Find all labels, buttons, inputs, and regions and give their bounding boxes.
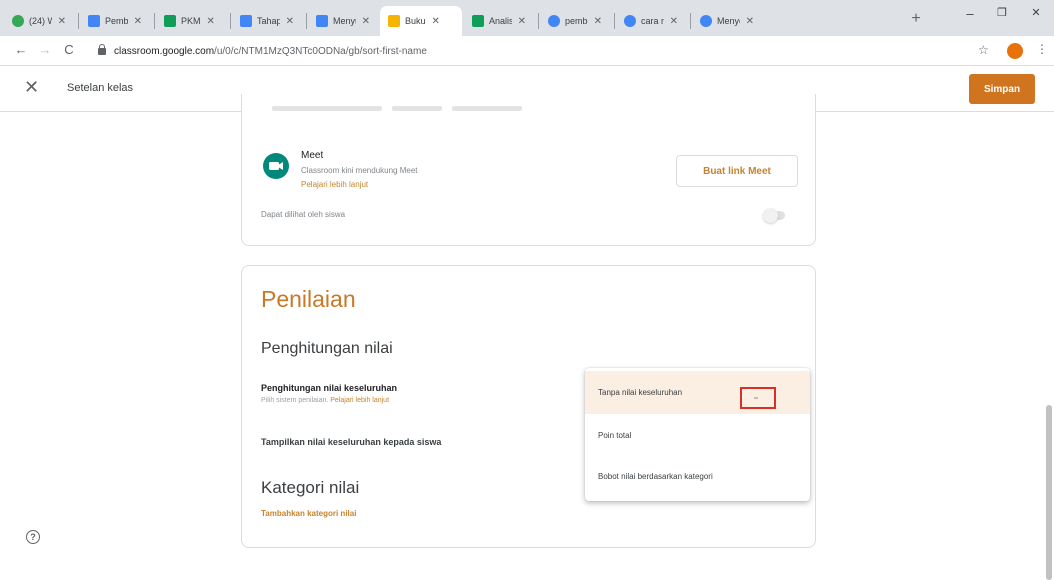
visible-to-students-label: Dapat dilihat oleh siswa <box>261 210 346 219</box>
option-no-overall-grade[interactable]: Tanpa nilai keseluruhan <box>585 371 810 414</box>
grade-categories-heading: Kategori nilai <box>261 478 360 497</box>
create-meet-link-button[interactable]: Buat link Meet <box>676 155 798 187</box>
tab-separator <box>230 13 231 29</box>
tab-favicon-icon <box>624 15 636 27</box>
tab-label: Tahap <box>257 16 280 26</box>
browser-tab[interactable]: Tahap ✕ <box>232 6 302 36</box>
browser-tab[interactable]: pembe ✕ <box>540 6 610 36</box>
tab-label: pembe <box>565 16 588 26</box>
option-total-points[interactable]: Poin total <box>585 414 810 457</box>
add-grade-category-link[interactable]: Tambahkan kategori nilai <box>261 509 356 518</box>
tab-close-icon[interactable]: ✕ <box>362 16 370 27</box>
minimize-button[interactable]: – <box>958 6 982 21</box>
tab-label: Pemb <box>105 16 128 26</box>
scrollbar-thumb[interactable] <box>1046 405 1052 580</box>
meet-learn-more-link[interactable]: Pelajari lebih lanjut <box>301 180 368 189</box>
overall-grade-help: Pilih sistem penilaian. Pelajari lebih l… <box>261 397 389 404</box>
tab-favicon-icon <box>164 15 176 27</box>
overall-grade-calculation-label: Penghitungan nilai keseluruhan <box>261 383 398 393</box>
tab-label: (24) W <box>29 16 52 26</box>
url-host: classroom.google.com <box>114 45 215 57</box>
tab-label: Buku <box>405 16 426 26</box>
tab-close-icon[interactable]: ✕ <box>746 16 754 27</box>
bookmark-star-icon[interactable]: ☆ <box>978 43 989 57</box>
tab-close-icon[interactable]: ✕ <box>432 16 440 27</box>
tab-separator <box>78 13 79 29</box>
show-overall-grade-label: Tampilkan nilai keseluruhan kepada siswa <box>261 437 442 447</box>
tab-label: Menyu <box>333 16 356 26</box>
tab-favicon-icon <box>240 15 252 27</box>
new-tab-button[interactable]: + <box>905 8 927 30</box>
tab-close-icon[interactable]: ✕ <box>286 16 294 27</box>
tab-separator <box>538 13 539 29</box>
tab-favicon-icon <box>88 15 100 27</box>
option-label: Bobot nilai berdasarkan kategori <box>598 472 713 481</box>
browser-toolbar: ← → C classroom.google.com /u/0/c/NTM1Mz… <box>0 36 1054 66</box>
tab-close-icon[interactable]: ✕ <box>207 16 215 27</box>
forward-button[interactable]: → <box>36 42 54 57</box>
close-window-button[interactable]: ✕ <box>1024 6 1048 19</box>
tab-label: Analis <box>489 16 512 26</box>
tab-separator <box>690 13 691 29</box>
browser-tab[interactable]: Analis ✕ <box>464 6 534 36</box>
meet-icon <box>263 153 289 179</box>
tab-favicon-icon <box>388 15 400 27</box>
save-button[interactable]: Simpan <box>969 74 1035 104</box>
tab-close-icon[interactable]: ✕ <box>134 16 142 27</box>
tab-separator <box>614 13 615 29</box>
meet-description: Classroom kini mendukung Meet <box>301 166 418 175</box>
meet-title: Meet <box>301 150 324 161</box>
tab-favicon-icon <box>548 15 560 27</box>
browser-tab[interactable]: Menyu ✕ <box>308 6 378 36</box>
option-label: Poin total <box>598 431 632 440</box>
page-title: Setelan kelas <box>67 82 134 94</box>
profile-avatar[interactable] <box>1007 43 1023 59</box>
tab-separator <box>306 13 307 29</box>
tab-close-icon[interactable]: ✕ <box>518 16 526 27</box>
browser-tab[interactable]: (24) W ✕ <box>4 6 74 36</box>
option-weighted-by-category[interactable]: Bobot nilai berdasarkan kategori <box>585 455 810 498</box>
tab-favicon-icon <box>316 15 328 27</box>
browser-tab[interactable]: Menye ✕ <box>692 6 762 36</box>
grading-title: Penilaian <box>261 286 356 312</box>
back-button[interactable]: ← <box>12 42 30 57</box>
grade-calculation-heading: Penghitungan nilai <box>261 340 393 357</box>
tab-favicon-icon <box>700 15 712 27</box>
maximize-button[interactable]: ❐ <box>990 6 1014 19</box>
browser-tab-active[interactable]: Buku ✕ <box>380 6 462 36</box>
visible-to-students-toggle[interactable] <box>763 208 785 223</box>
faded-previous-row <box>272 100 572 112</box>
url-path: /u/0/c/NTM1MzQ3NTc0ODNa/gb/sort-first-na… <box>214 45 427 57</box>
highlight-annotation-box <box>740 387 776 409</box>
overall-grade-learn-more-link[interactable]: Pelajari lebih lanjut <box>330 397 389 404</box>
tab-close-icon[interactable]: ✕ <box>670 16 678 27</box>
tab-separator <box>154 13 155 29</box>
tab-label: PKM <box>181 16 201 26</box>
tab-label: Menye <box>717 16 740 26</box>
browser-tab[interactable]: Pemb ✕ <box>80 6 150 36</box>
lock-icon <box>98 43 106 55</box>
browser-tabstrip: (24) W ✕ Pemb ✕ PKM ✕ Tahap ✕ Menyu ✕ Bu… <box>0 0 1054 36</box>
reload-button[interactable]: C <box>60 42 78 57</box>
tab-label: cara m <box>641 16 664 26</box>
close-icon[interactable]: ✕ <box>24 77 39 98</box>
browser-menu-icon[interactable]: ⋮ <box>1036 42 1048 56</box>
address-bar[interactable]: classroom.google.com /u/0/c/NTM1MzQ3NTc0… <box>90 40 960 62</box>
tab-favicon-icon <box>472 15 484 27</box>
browser-tab[interactable]: cara m ✕ <box>616 6 686 36</box>
option-label: Tanpa nilai keseluruhan <box>598 388 683 397</box>
overall-grade-help-text: Pilih sistem penilaian. <box>261 397 329 404</box>
help-icon[interactable]: ? <box>26 530 40 544</box>
tab-favicon-icon <box>12 15 24 27</box>
grade-calculation-dropdown: Tanpa nilai keseluruhan Poin total Bobot… <box>585 368 810 501</box>
tab-close-icon[interactable]: ✕ <box>594 16 602 27</box>
tab-close-icon[interactable]: ✕ <box>58 16 66 27</box>
browser-tab[interactable]: PKM ✕ <box>156 6 226 36</box>
